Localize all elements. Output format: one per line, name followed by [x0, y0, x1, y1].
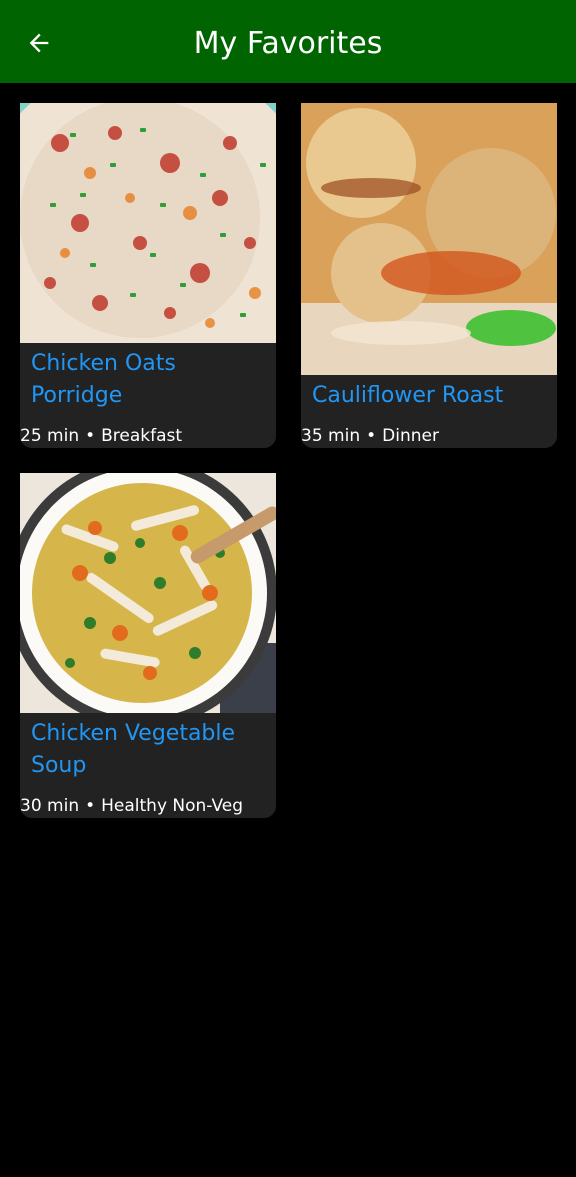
- recipe-time: 25 min: [20, 426, 80, 446]
- meta-separator: •: [85, 426, 96, 446]
- recipe-title: Cauliflower Roast: [312, 383, 504, 408]
- recipe-category: Healthy Non-Veg: [101, 796, 244, 816]
- recipe-card-chicken-oats-porridge[interactable]: Chicken Oats Porridge 25 min • Breakfast: [20, 103, 276, 448]
- meta-separator: •: [366, 426, 377, 446]
- recipe-card-cauliflower-roast[interactable]: Cauliflower Roast 35 min • Dinner: [301, 103, 557, 448]
- recipe-card-chicken-vegetable-soup[interactable]: Chicken Vegetable Soup 30 min • Healthy No…: [20, 473, 276, 818]
- recipe-title: Chicken Vegetable Soup: [31, 721, 236, 778]
- arrow-left-icon: [29, 33, 49, 53]
- page-title: My Favorites: [193, 26, 383, 61]
- recipe-time: 30 min: [20, 796, 80, 816]
- recipe-meta: 30 min • Healthy Non-Veg: [20, 795, 276, 817]
- back-button[interactable]: [18, 22, 60, 64]
- porridge-photo: [20, 103, 276, 343]
- soup-photo: [20, 473, 276, 713]
- recipe-category: Dinner: [382, 426, 439, 446]
- app-bar: My Favorites: [0, 0, 576, 83]
- recipe-title: Chicken Oats Porridge: [31, 351, 176, 408]
- recipe-meta: 25 min • Breakfast: [20, 425, 276, 447]
- recipe-time: 35 min: [301, 426, 361, 446]
- meta-separator: •: [85, 796, 96, 816]
- cauliflower-photo: [301, 103, 557, 375]
- recipe-meta: 35 min • Dinner: [301, 425, 557, 447]
- recipe-category: Breakfast: [101, 426, 183, 446]
